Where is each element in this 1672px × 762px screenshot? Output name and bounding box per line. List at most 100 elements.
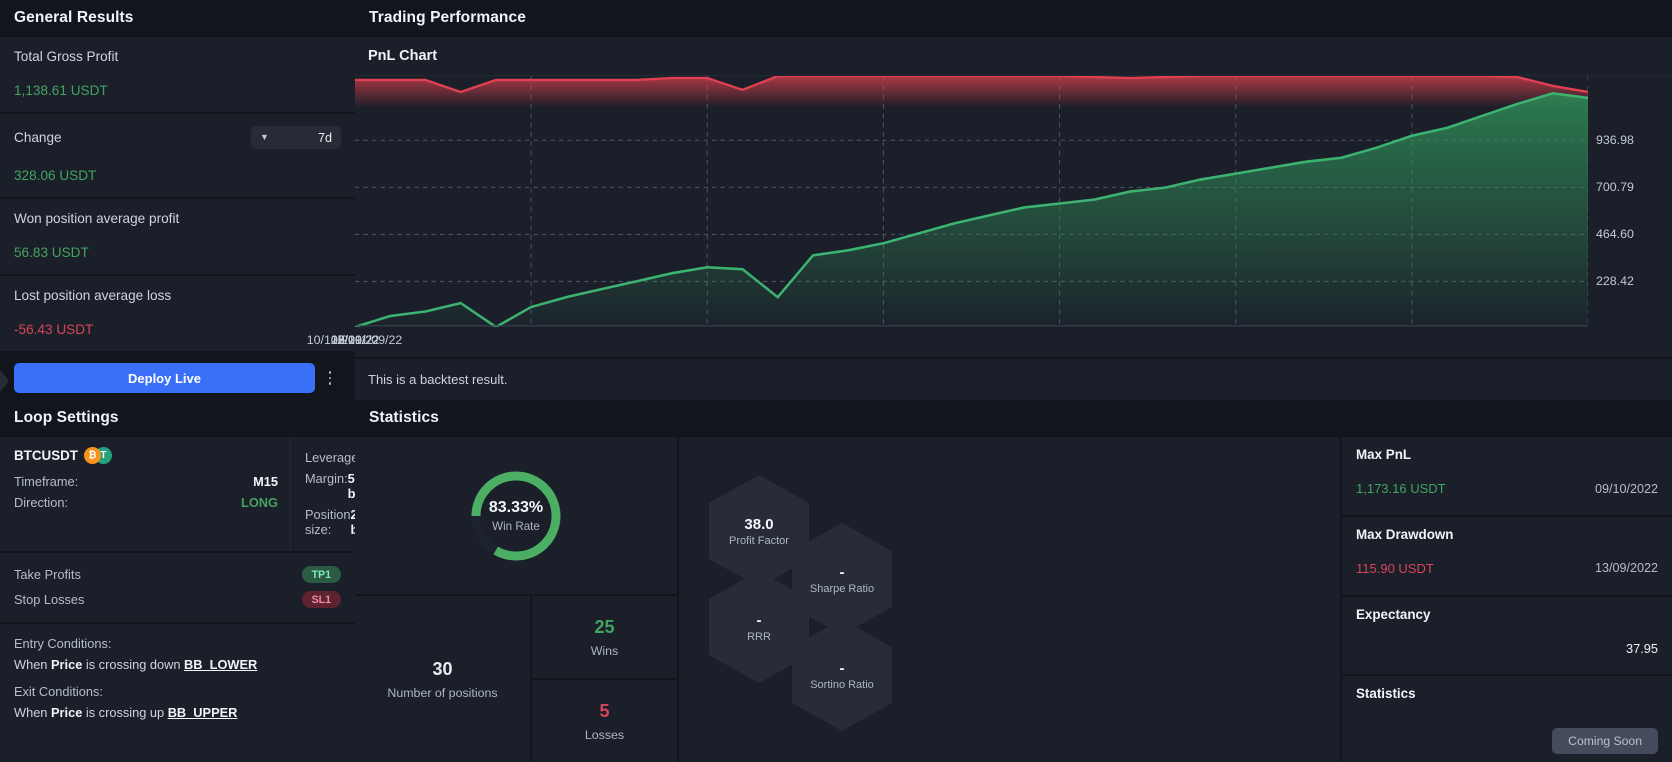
- top-section: General Results Total Gross Profit 1,138…: [0, 0, 1672, 400]
- win-rate-donut: 83.33% Win Rate: [468, 468, 564, 564]
- stat-block-change: Change ▼ 7d 328.06 USDT: [0, 112, 355, 197]
- setting-key: Position size:: [305, 507, 351, 537]
- stat-block-won-average-profit: Won position average profit 56.83 USDT: [0, 197, 355, 274]
- y-tick-label: 936.98: [1596, 133, 1634, 148]
- win-rate-caption: Win Rate: [492, 519, 540, 533]
- wins-card: 25 Wins: [532, 596, 677, 678]
- card-title: Max PnL: [1356, 447, 1412, 462]
- stat-block-total-gross-profit: Total Gross Profit 1,138.61 USDT: [0, 37, 355, 112]
- more-options-icon[interactable]: [319, 363, 341, 393]
- card-line: 115.90 USDT 13/09/2022: [1356, 542, 1658, 576]
- y-tick-label: 228.42: [1596, 274, 1634, 289]
- hex-value: 38.0: [744, 515, 774, 533]
- stat-label: Lost position average loss: [14, 288, 172, 303]
- card-date: 09/10/2022: [1594, 481, 1658, 496]
- pair-icons: ₿ T: [83, 447, 118, 464]
- deploy-row: Deploy Live: [0, 351, 355, 393]
- positions-caption: Number of positions: [387, 685, 498, 700]
- stat-value: 328.06 USDT: [14, 168, 97, 183]
- backtest-note: This is a backtest result.: [355, 357, 1672, 400]
- tp1-badge[interactable]: TP1: [301, 566, 341, 583]
- y-tick-label: 464.60: [1596, 227, 1634, 242]
- pnl-chart[interactable]: 936.98 700.79 464.60 228.42: [354, 74, 1672, 329]
- entry-prefix: When: [14, 657, 48, 672]
- setting-key: Timeframe:: [14, 474, 79, 489]
- loop-settings-title: Loop Settings: [14, 409, 119, 426]
- losses-card: 5 Losses: [532, 680, 677, 762]
- exit-operator: is crossing up: [85, 705, 165, 720]
- hex-caption: Profit Factor: [729, 534, 789, 547]
- stop-losses-label: Stop Losses: [14, 592, 85, 607]
- pnl-chart-title: PnL Chart: [355, 37, 1672, 76]
- statistics-panel: Statistics 83.33% Win Rate 30 Number of …: [0, 370, 1672, 762]
- exit-conditions-label: Exit Conditions:: [14, 684, 103, 699]
- win-rate-value: 83.33%: [488, 498, 544, 516]
- hex-caption: Sortino Ratio: [810, 678, 874, 691]
- max-pnl-card: Max PnL 1,173.16 USDT 09/10/2022: [1342, 437, 1672, 515]
- setting-key: Margin:: [305, 471, 348, 486]
- summary-cards-column: Max PnL 1,173.16 USDT 09/10/2022 Max Dra…: [0, 370, 1672, 762]
- take-profits-row: Take Profits TP1: [14, 562, 341, 587]
- positions-value: 30: [432, 658, 453, 679]
- card-date: 13/09/2022: [1594, 561, 1658, 576]
- entry-condition-line: When Price is crossing down BB_LOWER: [14, 657, 341, 682]
- dashboard-root: General Results Total Gross Profit 1,138…: [0, 0, 1672, 762]
- change-period-select[interactable]: ▼ 7d: [251, 126, 341, 149]
- hex-caption: RRR: [747, 630, 771, 643]
- max-drawdown-card: Max Drawdown 115.90 USDT 13/09/2022: [1342, 516, 1672, 595]
- card-value: 1,173.16 USDT: [1356, 481, 1446, 496]
- conditions-block: Entry Conditions: When Price is crossing…: [0, 622, 355, 762]
- positions-card: 30 Number of positions: [355, 596, 530, 762]
- bitcoin-icon: ₿: [83, 447, 101, 464]
- stat-label: Change: [14, 130, 62, 145]
- y-tick-label: 700.79: [1596, 180, 1634, 195]
- hex-caption: Sharpe Ratio: [809, 582, 875, 595]
- ratios-hex-card: 38.0 Profit Factor - Sharpe Ratio - RRR: [679, 437, 1340, 762]
- losses-value: 5: [599, 700, 610, 721]
- sl1-badge[interactable]: SL1: [301, 591, 341, 608]
- change-period-value: 7d: [317, 130, 332, 145]
- chart-plot-area: [354, 74, 1589, 329]
- tp-sl-block: Take Profits TP1 Stop Losses SL1: [0, 551, 355, 622]
- win-rate-column: 83.33% Win Rate 30 Number of positions 2…: [355, 437, 677, 762]
- setting-value: M15: [253, 474, 278, 489]
- expectancy-card: Expectancy 37.95: [1342, 596, 1672, 675]
- general-results-title: General Results: [14, 9, 134, 26]
- deploy-live-button[interactable]: Deploy Live: [14, 363, 315, 393]
- chevron-down-icon: ▼: [260, 132, 269, 142]
- card-line: 37.95: [1356, 622, 1658, 656]
- setting-timeframe: Timeframe: M15: [14, 471, 278, 492]
- hex-value: -: [839, 563, 845, 581]
- counts-row: 30 Number of positions 25 Wins 5 Losses: [355, 596, 677, 762]
- setting-key: Leverage:: [305, 450, 362, 465]
- setting-value: LONG: [241, 495, 278, 510]
- chart-svg: [354, 74, 1589, 329]
- stat-value: 56.83 USDT: [14, 245, 89, 260]
- entry-target-indicator[interactable]: BB_LOWER: [184, 657, 257, 672]
- statistics-title: Statistics: [369, 409, 439, 426]
- stat-block-lost-average-loss: Lost position average loss -56.43 USDT: [0, 274, 355, 351]
- stat-value: -56.43 USDT: [14, 322, 94, 337]
- entry-subject: Price: [51, 657, 83, 672]
- card-title: Statistics: [1356, 686, 1416, 702]
- card-title: Expectancy: [1356, 606, 1431, 622]
- exit-condition-line: When Price is crossing up BB_UPPER: [14, 705, 341, 730]
- hex-value: -: [756, 611, 762, 629]
- win-rate-label: 83.33% Win Rate: [468, 468, 564, 564]
- bottom-section: Loop Settings BTCUSDT ₿ T Timeframe: M15: [0, 370, 1672, 762]
- pair-row: BTCUSDT ₿ T: [14, 447, 278, 464]
- entry-operator: is crossing down: [85, 657, 181, 672]
- statistics-charts: 83.33% Win Rate 30 Number of positions 2…: [355, 437, 1340, 762]
- exit-target-indicator[interactable]: BB_UPPER: [168, 705, 238, 720]
- take-profits-label: Take Profits: [14, 567, 81, 582]
- pair-symbol: BTCUSDT: [14, 448, 78, 463]
- collapse-chevron-icon[interactable]: [0, 370, 9, 392]
- wins-caption: Wins: [590, 643, 619, 658]
- expectancy-value: 37.95: [1625, 640, 1658, 656]
- card-title: Max Drawdown: [1356, 526, 1454, 542]
- stat-value: 1,138.61 USDT: [14, 83, 108, 98]
- exit-subject: Price: [51, 705, 83, 720]
- card-value: 115.90 USDT: [1356, 560, 1434, 576]
- trading-performance-title: Trading Performance: [369, 9, 526, 26]
- pnl-chart-card: PnL Chart 936.98 700.79 464.60 228.42 11…: [307, 37, 1672, 357]
